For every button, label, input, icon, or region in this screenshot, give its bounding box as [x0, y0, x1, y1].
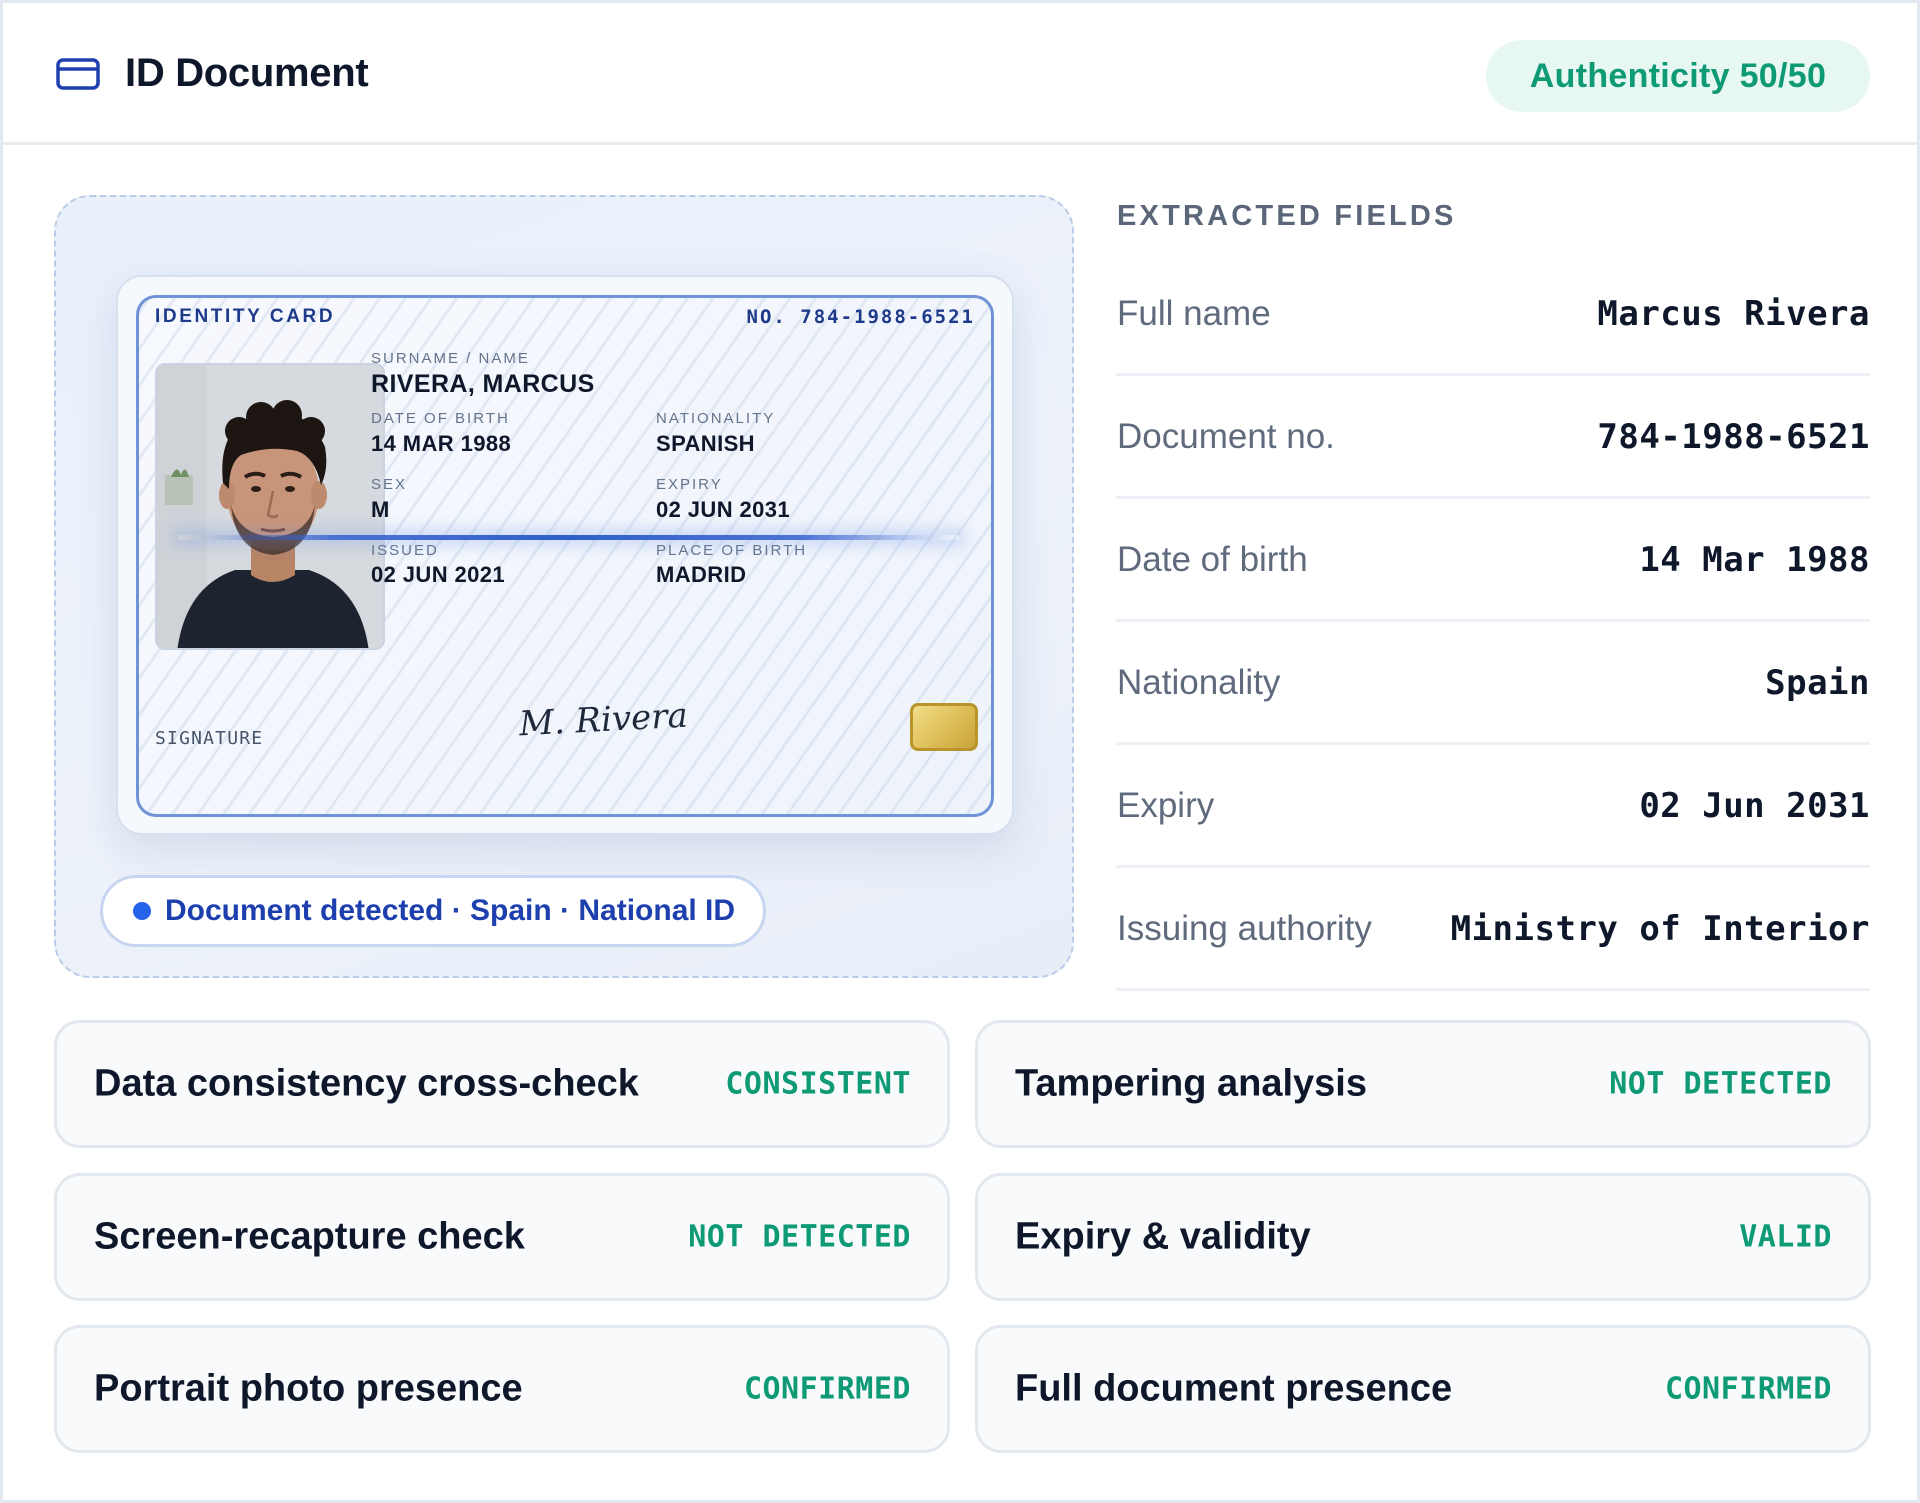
id-card-preview: IDENTITY CARD NO. 784-1988-6521 SURNAME …: [136, 295, 994, 817]
field-row-document-no: Document no. 784-1988-6521: [1116, 377, 1870, 499]
nationality-value: SPANISH: [656, 431, 755, 456]
field-label: Issuing authority: [1117, 908, 1372, 948]
check-status: VALID: [1739, 1219, 1832, 1255]
field-row-full-name: Full name Marcus Rivera: [1116, 254, 1870, 376]
field-label: Expiry: [1117, 785, 1215, 825]
field-value: Spain: [1765, 662, 1870, 703]
id-card-icon: [56, 58, 100, 90]
signature-label: SIGNATURE: [155, 728, 264, 749]
field-row-date-of-birth: Date of birth 14 Mar 1988: [1116, 500, 1870, 622]
id-document-panel: ID Document Authenticity 50/50 IDENTITY …: [0, 0, 1920, 1503]
field-value: Marcus Rivera: [1597, 293, 1870, 334]
check-tampering: Tampering analysis NOT DETECTED: [975, 1020, 1871, 1148]
check-status: NOT DETECTED: [688, 1219, 911, 1255]
portrait-image: [157, 365, 383, 648]
field-label: Date of birth: [1117, 539, 1308, 579]
check-status: NOT DETECTED: [1609, 1066, 1832, 1102]
portrait-photo: [155, 363, 385, 650]
field-value: 784-1988-6521: [1597, 416, 1870, 457]
field-value: 02 Jun 2031: [1639, 785, 1870, 826]
field-value: Ministry of Interior: [1450, 908, 1870, 949]
field-label: Nationality: [1117, 662, 1281, 702]
check-screen-recapture: Screen-recapture check NOT DETECTED: [54, 1173, 950, 1301]
issued-label: ISSUED: [371, 542, 439, 559]
check-status: CONSISTENT: [725, 1066, 911, 1102]
check-expiry-validity: Expiry & validity VALID: [975, 1173, 1871, 1301]
check-status: CONFIRMED: [743, 1371, 911, 1407]
sex-label: SEX: [371, 476, 408, 493]
check-label: Screen-recapture check: [94, 1215, 525, 1258]
check-data-consistency: Data consistency cross-check CONSISTENT: [54, 1020, 950, 1148]
chip-icon: [910, 703, 978, 751]
surname-label: SURNAME / NAME: [371, 350, 530, 367]
authenticity-badge: Authenticity 50/50: [1486, 40, 1870, 112]
field-label: Full name: [1117, 293, 1271, 333]
dob-value: 14 MAR 1988: [371, 431, 512, 456]
check-label: Full document presence: [1015, 1367, 1453, 1410]
expiry-label: EXPIRY: [656, 476, 723, 493]
extracted-fields-title: EXTRACTED FIELDS: [1117, 200, 1457, 232]
detection-status-text: Document detected · Spain · National ID: [165, 894, 736, 927]
field-value: 14 Mar 1988: [1639, 539, 1870, 580]
field-row-issuing-authority: Issuing authority Ministry of Interior: [1116, 869, 1870, 991]
detection-status-pill: Document detected · Spain · National ID: [100, 875, 767, 947]
field-label: Document no.: [1117, 416, 1335, 456]
panel-header: ID Document Authenticity 50/50: [3, 3, 1917, 145]
place-of-birth-label: PLACE OF BIRTH: [656, 542, 808, 559]
field-row-expiry: Expiry 02 Jun 2031: [1116, 746, 1870, 868]
signature: M. Rivera: [518, 695, 689, 745]
check-full-document: Full document presence CONFIRMED: [975, 1325, 1871, 1453]
surname-value: RIVERA, MARCUS: [371, 370, 595, 398]
scan-line: [179, 535, 959, 540]
page-title: ID Document: [125, 51, 369, 95]
dob-label: DATE OF BIRTH: [371, 410, 510, 427]
check-label: Data consistency cross-check: [94, 1062, 639, 1105]
check-status: CONFIRMED: [1664, 1371, 1832, 1407]
document-capture-area: IDENTITY CARD NO. 784-1988-6521 SURNAME …: [54, 195, 1074, 978]
check-label: Tampering analysis: [1015, 1062, 1367, 1105]
place-of-birth-value: MADRID: [656, 562, 747, 587]
issued-value: 02 JUN 2021: [371, 562, 506, 587]
check-label: Expiry & validity: [1015, 1215, 1311, 1258]
nationality-label: NATIONALITY: [656, 410, 776, 427]
field-row-nationality: Nationality Spain: [1116, 623, 1870, 745]
card-heading: IDENTITY CARD: [155, 306, 336, 327]
check-portrait-photo: Portrait photo presence CONFIRMED: [54, 1325, 950, 1453]
status-dot-icon: [133, 902, 151, 920]
id-card-frame: IDENTITY CARD NO. 784-1988-6521 SURNAME …: [116, 275, 1014, 835]
check-label: Portrait photo presence: [94, 1367, 523, 1410]
card-number: NO. 784-1988-6521: [746, 306, 975, 328]
expiry-value: 02 JUN 2031: [656, 497, 791, 522]
sex-value: M: [371, 497, 390, 522]
